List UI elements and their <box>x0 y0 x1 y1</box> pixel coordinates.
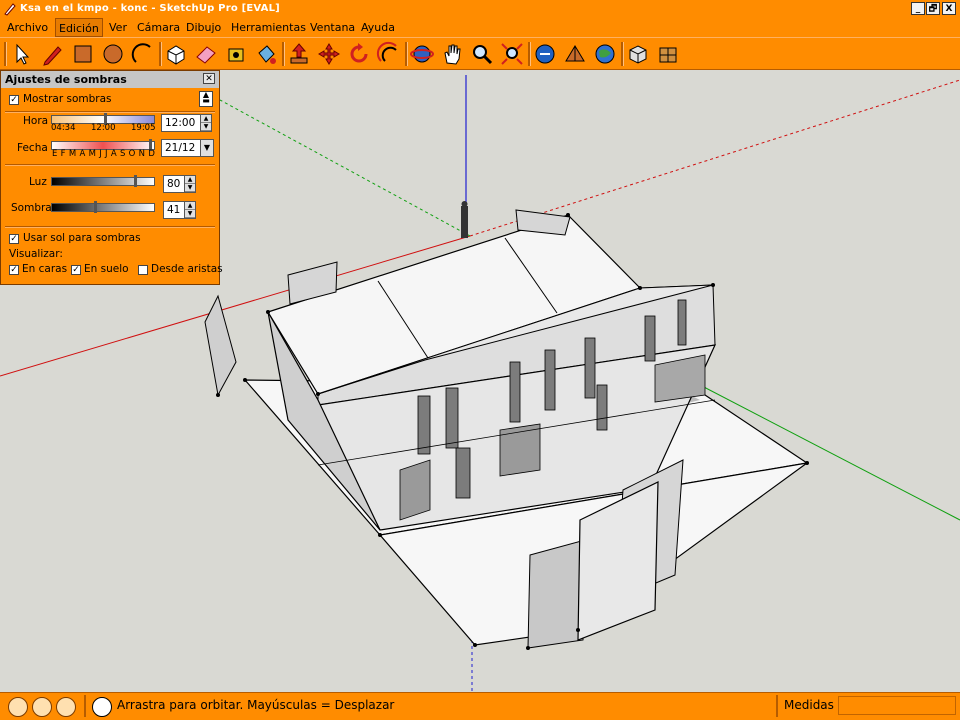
date-label: Fecha <box>17 142 48 154</box>
dark-slider-thumb[interactable] <box>93 201 97 213</box>
geo-location-icon[interactable] <box>8 697 28 717</box>
display-label: Visualizar: <box>9 248 63 260</box>
window-title: Ksa en el kmpo - konc - SketchUp Pro [EV… <box>20 3 280 14</box>
date-dropdown-button[interactable]: ▼ <box>200 139 214 157</box>
circle-icon[interactable] <box>100 41 126 67</box>
get-models-icon[interactable] <box>532 41 558 67</box>
material-browser-icon[interactable] <box>655 41 681 67</box>
google-earth-icon[interactable] <box>592 41 618 67</box>
menu-ventana[interactable]: Ventana <box>307 18 358 37</box>
menu-dibujo[interactable]: Dibujo <box>183 18 224 37</box>
time-tick-start: 04:34 <box>51 123 76 133</box>
menu-bar: Archivo Edición Ver Cámara Dibujo Herram… <box>0 18 960 37</box>
dark-spinner[interactable]: ▲ ▼ <box>184 201 196 219</box>
eraser-icon[interactable] <box>193 41 219 67</box>
light-spinner[interactable]: ▲ ▼ <box>184 175 196 193</box>
use-sun-label: Usar sol para sombras <box>23 232 141 244</box>
tape-measure-icon[interactable] <box>223 41 249 67</box>
time-tick-end: 19:05 <box>131 123 156 133</box>
dark-label: Sombra <box>11 202 52 214</box>
light-slider[interactable] <box>51 175 155 187</box>
status-hint: Arrastra para orbitar. Mayúsculas = Desp… <box>117 698 395 712</box>
dialog-titlebar[interactable]: Ajustes de sombras ✕ <box>1 71 219 88</box>
zoom-extents-icon[interactable] <box>499 41 525 67</box>
light-field[interactable]: 80 <box>163 175 185 193</box>
on-ground-label: En suelo <box>84 263 129 275</box>
show-shadows-label: Mostrar sombras <box>23 93 112 105</box>
rectangle-icon[interactable] <box>70 41 96 67</box>
time-spinner[interactable]: ▲ ▼ <box>200 114 212 132</box>
offset-icon[interactable] <box>376 41 402 67</box>
dark-field[interactable]: 41 <box>163 201 185 219</box>
orbit-icon[interactable] <box>409 41 435 67</box>
time-field[interactable]: 12:00 <box>161 114 201 132</box>
main-toolbar <box>0 37 960 70</box>
date-months: E F M A M J J A S O N D <box>52 149 156 159</box>
collapse-button[interactable]: ▲ ▬ <box>199 91 213 107</box>
from-edges-checkbox[interactable] <box>138 265 148 275</box>
credits-icon[interactable] <box>32 697 52 717</box>
make-component-icon[interactable] <box>163 41 189 67</box>
date-field[interactable]: 21/12 <box>161 139 201 157</box>
use-sun-checkbox[interactable]: ✓ <box>9 234 19 244</box>
time-label: Hora <box>23 115 49 127</box>
component-browser-icon[interactable] <box>625 41 651 67</box>
share-model-icon[interactable] <box>562 41 588 67</box>
google-login-icon[interactable] <box>56 697 76 717</box>
help-icon[interactable] <box>92 697 112 717</box>
dialog-close-button[interactable]: ✕ <box>203 73 215 84</box>
show-shadows-checkbox[interactable]: ✓ <box>9 95 19 105</box>
close-button[interactable]: X <box>942 2 956 15</box>
menu-edicion[interactable]: Edición <box>55 18 103 37</box>
menu-herramientas[interactable]: Herramientas <box>228 18 309 37</box>
arc-icon[interactable] <box>130 41 156 67</box>
on-faces-checkbox[interactable]: ✓ <box>9 265 19 275</box>
on-ground-checkbox[interactable]: ✓ <box>71 265 81 275</box>
status-bar: Arrastra para orbitar. Mayúsculas = Desp… <box>0 692 960 720</box>
pan-icon[interactable] <box>439 41 465 67</box>
rotate-icon[interactable] <box>346 41 372 67</box>
dialog-title: Ajustes de sombras <box>5 73 127 86</box>
light-slider-thumb[interactable] <box>133 175 137 187</box>
sketchup-app-icon <box>4 3 16 16</box>
measures-field[interactable] <box>838 696 956 715</box>
on-faces-label: En caras <box>22 263 68 275</box>
time-tick-noon: 12:00 <box>91 123 116 133</box>
measures-label: Medidas <box>784 698 834 712</box>
select-icon[interactable] <box>9 41 35 67</box>
zoom-icon[interactable] <box>469 41 495 67</box>
dark-slider[interactable] <box>51 201 155 213</box>
pencil-icon[interactable] <box>40 41 66 67</box>
from-edges-label: Desde aristas <box>151 263 223 275</box>
push-pull-icon[interactable] <box>286 41 312 67</box>
menu-camara[interactable]: Cámara <box>134 18 183 37</box>
menu-ver[interactable]: Ver <box>106 18 130 37</box>
menu-ayuda[interactable]: Ayuda <box>358 18 398 37</box>
restore-button[interactable]: 🗗 <box>926 2 940 15</box>
paint-bucket-icon[interactable] <box>253 41 279 67</box>
title-bar: Ksa en el kmpo - konc - SketchUp Pro [EV… <box>0 0 960 18</box>
person-figure <box>461 201 468 238</box>
minimize-button[interactable]: _ <box>911 2 925 15</box>
menu-archivo[interactable]: Archivo <box>4 18 51 37</box>
light-label: Luz <box>29 176 47 188</box>
move-icon[interactable] <box>316 41 342 67</box>
shadow-settings-dialog: Ajustes de sombras ✕ ✓ Mostrar sombras ▲… <box>0 70 223 285</box>
